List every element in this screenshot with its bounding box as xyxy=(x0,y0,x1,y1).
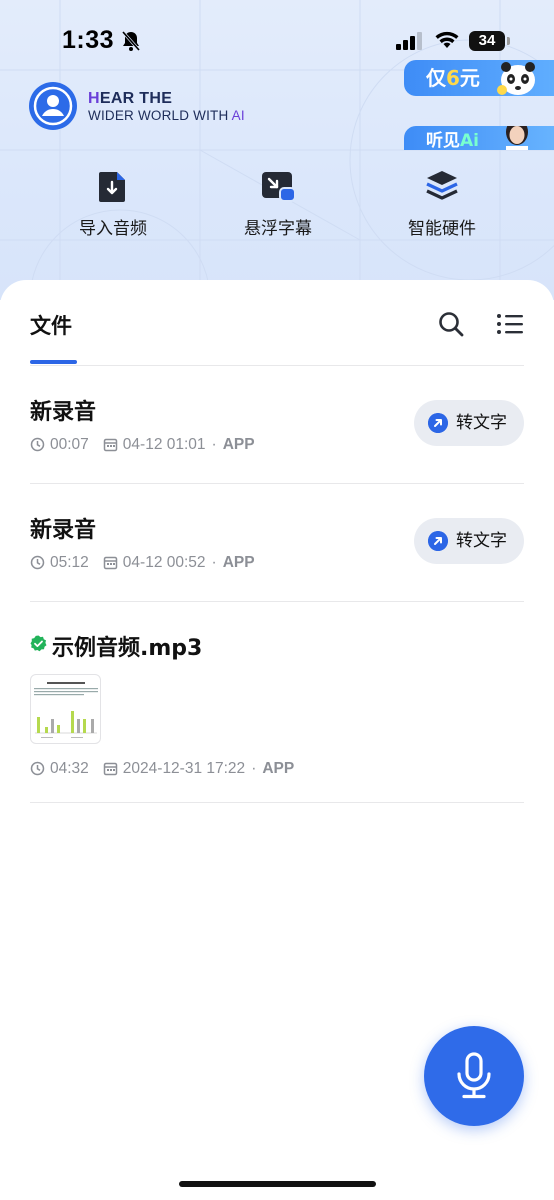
brand-line2-ai: AI xyxy=(231,108,245,123)
battery-tip xyxy=(507,37,510,45)
cellular-signal-icon xyxy=(396,32,422,50)
convert-to-text-button[interactable]: 转文字 xyxy=(414,400,524,446)
calendar-icon xyxy=(103,762,118,776)
promo-banner-price[interactable]: 仅6元 xyxy=(404,60,554,96)
floating-subtitle-icon xyxy=(262,172,296,202)
file-duration: 05:12 xyxy=(50,554,89,571)
convert-to-text-button[interactable]: 转文字 xyxy=(414,518,524,564)
file-thumbnail[interactable] xyxy=(30,674,101,744)
import-audio-icon xyxy=(99,172,125,202)
report-preview-image xyxy=(34,682,98,738)
wifi-icon xyxy=(435,31,459,48)
divider xyxy=(30,601,524,602)
brand-initial: H xyxy=(88,90,100,107)
quick-action-label: 智能硬件 xyxy=(408,219,476,239)
file-duration: 00:07 xyxy=(50,436,89,453)
tab-active-indicator xyxy=(30,360,77,364)
file-meta: 04:32 2024-12-31 17:22 · APP xyxy=(30,760,294,778)
convert-button-label: 转文字 xyxy=(456,531,507,551)
verified-check-icon xyxy=(30,635,47,652)
spokesperson-image xyxy=(506,126,528,150)
silent-bell-icon xyxy=(121,31,141,51)
convert-button-label: 转文字 xyxy=(456,413,507,433)
clock-icon xyxy=(30,555,45,570)
promo-price-prefix: 仅 xyxy=(426,66,446,90)
divider xyxy=(30,365,524,366)
divider xyxy=(30,802,524,803)
quick-action-import-audio[interactable]: 导入音频 xyxy=(48,168,178,239)
brand-line2-main: WIDER WORLD WITH xyxy=(88,108,232,123)
microphone-icon xyxy=(457,1052,491,1099)
calendar-icon xyxy=(103,438,118,452)
file-duration: 04:32 xyxy=(50,760,89,777)
file-meta: 05:12 04-12 00:52 · APP xyxy=(30,554,255,572)
file-source: APP xyxy=(222,554,255,571)
file-date: 04-12 00:52 xyxy=(122,554,206,571)
divider xyxy=(30,483,524,484)
brand-slogan-line2: WIDER WORLD WITH AI xyxy=(88,108,245,123)
quick-action-floating-subtitle[interactable]: 悬浮字幕 xyxy=(213,168,343,239)
promo-brand-ai: Ai xyxy=(460,131,479,150)
list-view-icon[interactable] xyxy=(496,312,524,336)
brand-line1-rest: EAR THE xyxy=(99,90,173,107)
promo-banner-brand[interactable]: 听见Ai xyxy=(404,126,554,150)
file-source: APP xyxy=(222,436,255,453)
promo-price-number: 6 xyxy=(446,66,460,90)
avatar[interactable] xyxy=(29,82,77,130)
file-title[interactable]: 新录音 xyxy=(30,394,96,426)
clock-icon xyxy=(30,761,45,776)
file-date: 04-12 01:01 xyxy=(122,436,206,453)
smart-hardware-icon xyxy=(426,171,458,200)
search-icon[interactable] xyxy=(437,310,465,338)
clock-icon xyxy=(30,437,45,452)
panda-mascot-icon xyxy=(497,62,535,95)
record-button[interactable] xyxy=(424,1026,524,1126)
promo-price-unit: 元 xyxy=(459,66,480,90)
quick-action-label: 导入音频 xyxy=(79,219,147,239)
quick-action-label: 悬浮字幕 xyxy=(244,219,312,239)
promo-brand-text: 听见 xyxy=(426,131,460,150)
meta-separator: · xyxy=(251,760,257,777)
status-bar: 1:33 34 xyxy=(0,24,554,64)
file-date: 2024-12-31 17:22 xyxy=(122,760,246,777)
brand-slogan-line1: HEAR THE xyxy=(88,90,172,108)
quick-action-smart-hardware[interactable]: 智能硬件 xyxy=(377,168,507,239)
home-indicator[interactable] xyxy=(179,1181,376,1187)
file-source: APP xyxy=(262,760,295,777)
calendar-icon xyxy=(103,556,118,570)
meta-separator: · xyxy=(211,436,217,453)
status-time: 1:33 xyxy=(62,26,115,54)
meta-separator: · xyxy=(211,554,217,571)
file-title[interactable]: 示例音频.mp3 xyxy=(52,630,202,662)
user-icon xyxy=(33,86,73,126)
file-meta: 00:07 04-12 01:01 · APP xyxy=(30,436,255,454)
tab-files[interactable]: 文件 xyxy=(30,310,72,340)
battery-level: 34 xyxy=(469,31,505,51)
arrow-up-right-icon xyxy=(428,413,448,433)
file-title[interactable]: 新录音 xyxy=(30,512,96,544)
arrow-up-right-icon xyxy=(428,531,448,551)
